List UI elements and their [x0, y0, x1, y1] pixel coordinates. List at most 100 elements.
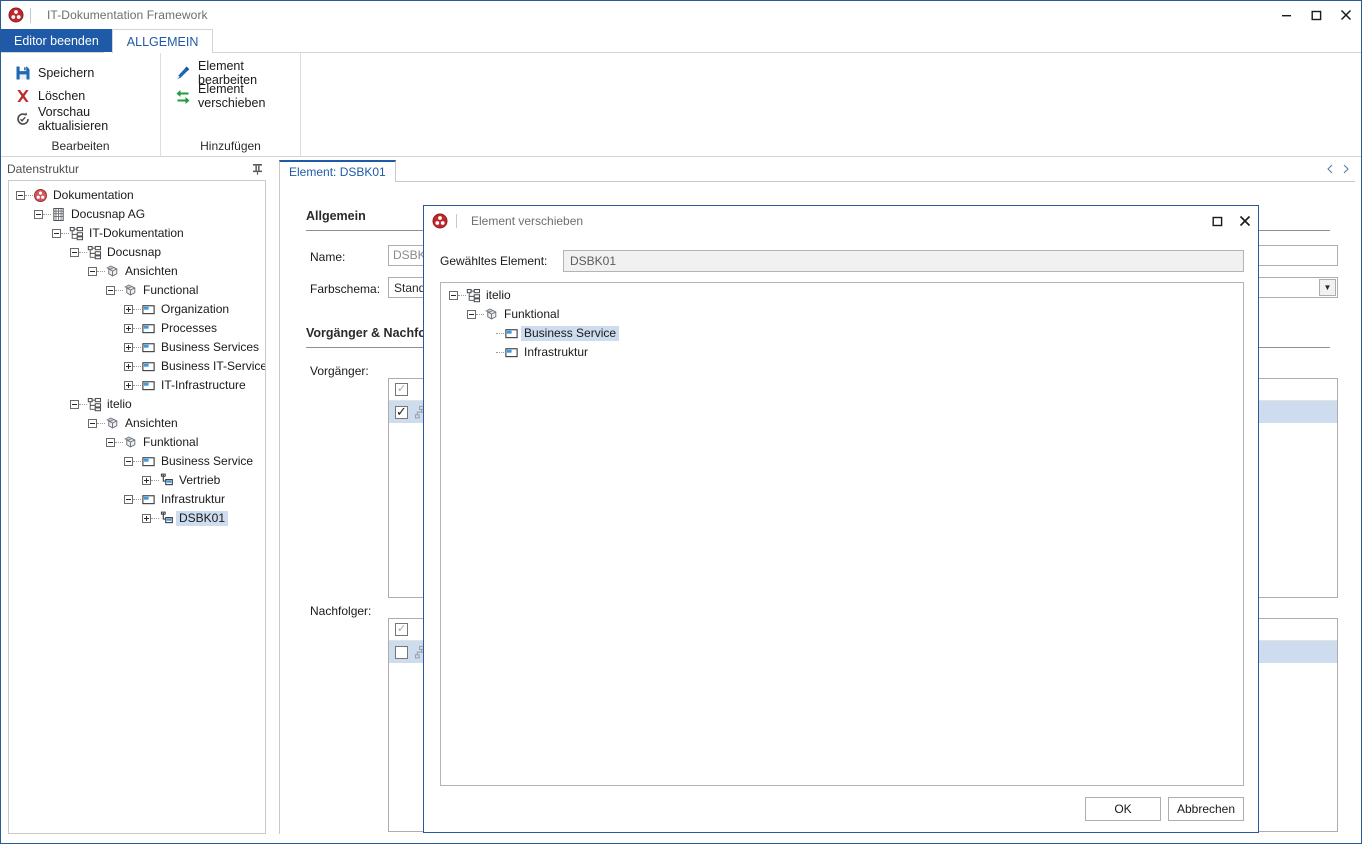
- tab-element-dsbk01[interactable]: Element: DSBK01: [279, 160, 396, 182]
- collapse-minus-icon[interactable]: [34, 210, 43, 219]
- collapse-minus-icon[interactable]: [70, 400, 79, 409]
- tree-item-itelio[interactable]: itelio: [9, 395, 265, 414]
- expand-plus-icon[interactable]: [124, 381, 133, 390]
- tree-item-dokumentation[interactable]: Dokumentation: [9, 186, 265, 205]
- ribbon-item-vorschau-aktualisieren[interactable]: Vorschau aktualisieren: [9, 105, 151, 133]
- tree-connector: [458, 295, 466, 296]
- tree-connector: [151, 480, 159, 481]
- chevron-down-icon[interactable]: ▼: [1319, 279, 1336, 296]
- company-icon: [53, 207, 64, 222]
- collapse-minus-icon[interactable]: [70, 248, 79, 257]
- tree-item-vertrieb[interactable]: Vertrieb: [9, 471, 265, 490]
- chevron-left-icon[interactable]: [1325, 163, 1335, 178]
- gewaehltes-element-field[interactable]: DSBK01: [563, 250, 1244, 272]
- tree-item-dsbk01[interactable]: DSBK01: [9, 509, 265, 528]
- tab-allgemein[interactable]: ALLGEMEIN: [111, 29, 214, 53]
- datenstruktur-tree[interactable]: Dokumentation Docusnap AG IT-Dokumentation…: [8, 180, 266, 834]
- dialog-title-separator: [456, 214, 457, 228]
- tree-item-infrastruktur[interactable]: Infrastruktur: [441, 343, 1243, 362]
- collapse-minus-icon[interactable]: [449, 291, 458, 300]
- minimize-button[interactable]: [1271, 1, 1301, 29]
- tree-item-it-dokumentation[interactable]: IT-Dokumentation: [9, 224, 265, 243]
- collapse-minus-icon[interactable]: [106, 286, 115, 295]
- tree-connector: [115, 290, 123, 291]
- window-controls: [1271, 1, 1361, 29]
- tree-connector: [97, 271, 105, 272]
- view-window-icon: [142, 457, 155, 467]
- ribbon-item-speichern[interactable]: Speichern: [9, 61, 151, 84]
- collapse-minus-icon[interactable]: [88, 267, 97, 276]
- tree-item-business-it-services[interactable]: Business IT-Services: [9, 357, 265, 376]
- expand-plus-icon[interactable]: [142, 514, 151, 523]
- collapse-minus-icon[interactable]: [88, 419, 97, 428]
- section-title-allgemein: Allgemein: [306, 209, 366, 223]
- expand-plus-icon[interactable]: [124, 324, 133, 333]
- tree-item-funktional[interactable]: Funktional: [441, 305, 1243, 324]
- collapse-minus-icon[interactable]: [106, 438, 115, 447]
- tab-editor-beenden[interactable]: Editor beenden: [1, 29, 112, 53]
- collapse-minus-icon[interactable]: [124, 495, 133, 504]
- tree-item-functional[interactable]: Functional: [9, 281, 265, 300]
- maximize-icon: [1311, 10, 1321, 20]
- view-window-icon: [142, 324, 155, 334]
- collapse-minus-icon[interactable]: [467, 310, 476, 319]
- pin-icon: [253, 164, 262, 175]
- tree-item-it-infrastructure[interactable]: IT-Infrastructure: [9, 376, 265, 395]
- tree-connector: [133, 499, 141, 500]
- expand-plus-icon[interactable]: [142, 476, 151, 485]
- pencil-icon: [177, 66, 190, 79]
- tree-item-itelio[interactable]: itelio: [441, 286, 1243, 305]
- dialog-target-tree[interactable]: itelio Funktional Business Service Infrastr…: [440, 282, 1244, 786]
- ribbon-item-element-verschieben[interactable]: Element verschieben: [169, 82, 293, 110]
- expand-plus-icon[interactable]: [124, 362, 133, 371]
- sidebar-header: Datenstruktur: [1, 158, 271, 180]
- views-cube-icon: [485, 308, 497, 320]
- close-button[interactable]: [1331, 1, 1361, 29]
- tree-item-organization[interactable]: Organization: [9, 300, 265, 319]
- ribbon-item-label: Speichern: [38, 65, 95, 80]
- tree-item-business-service[interactable]: Business Service: [441, 324, 1243, 343]
- collapse-minus-icon[interactable]: [16, 191, 25, 200]
- ribbon-group-label: Hinzufügen: [200, 139, 261, 153]
- tree-item-label: Business Service: [521, 326, 620, 341]
- pin-button[interactable]: [252, 163, 263, 178]
- docusnap-logo-icon: [8, 7, 24, 23]
- tree-item-processes[interactable]: Processes: [9, 319, 265, 338]
- dialog-maximize-button[interactable]: [1204, 206, 1231, 236]
- tree-item-docusnap-ag[interactable]: Docusnap AG: [9, 205, 265, 224]
- ribbon: Speichern Löschen Vorschau aktualisieren…: [1, 53, 1361, 157]
- tree-item-ansichten[interactable]: Ansichten: [9, 262, 265, 281]
- tree-item-docusnap[interactable]: Docusnap: [9, 243, 265, 262]
- close-icon: [1340, 9, 1352, 21]
- tree-item-label: Organization: [161, 302, 230, 316]
- tree-item-business-service[interactable]: Business Service: [9, 452, 265, 471]
- chevron-right-icon[interactable]: [1341, 163, 1351, 178]
- tree-item-infrastruktur[interactable]: Infrastruktur: [9, 490, 265, 509]
- tree-connector: [133, 347, 141, 348]
- tree-item-business-services[interactable]: Business Services: [9, 338, 265, 357]
- maximize-button[interactable]: [1301, 1, 1331, 29]
- tree-connector: [133, 366, 141, 367]
- views-cube-icon: [124, 436, 136, 448]
- tree-item-ansichten[interactable]: Ansichten: [9, 414, 265, 433]
- element-node-icon: [160, 473, 173, 486]
- select-all-checkbox[interactable]: [395, 621, 408, 638]
- collapse-minus-icon[interactable]: [124, 457, 133, 466]
- sitemap-icon: [87, 397, 102, 412]
- content-tab-nav: [1325, 163, 1351, 178]
- dialog-close-button[interactable]: [1231, 206, 1258, 236]
- cancel-button[interactable]: Abbrechen: [1168, 797, 1244, 821]
- row-checkbox[interactable]: [395, 645, 408, 659]
- views-cube-icon: [124, 284, 136, 296]
- ok-button[interactable]: OK: [1085, 797, 1161, 821]
- expand-plus-icon[interactable]: [124, 305, 133, 314]
- row-checkbox[interactable]: [395, 403, 408, 420]
- collapse-minus-icon[interactable]: [52, 229, 61, 238]
- dialog-footer: OK Abbrechen: [424, 786, 1258, 832]
- view-window-icon: [142, 495, 155, 505]
- select-all-checkbox[interactable]: [395, 381, 408, 398]
- ribbon-group-hinzufuegen: Element bearbeiten Element verschieben H…: [161, 53, 301, 157]
- tree-item-funktional[interactable]: Funktional: [9, 433, 265, 452]
- tree-connector: [43, 214, 51, 215]
- expand-plus-icon[interactable]: [124, 343, 133, 352]
